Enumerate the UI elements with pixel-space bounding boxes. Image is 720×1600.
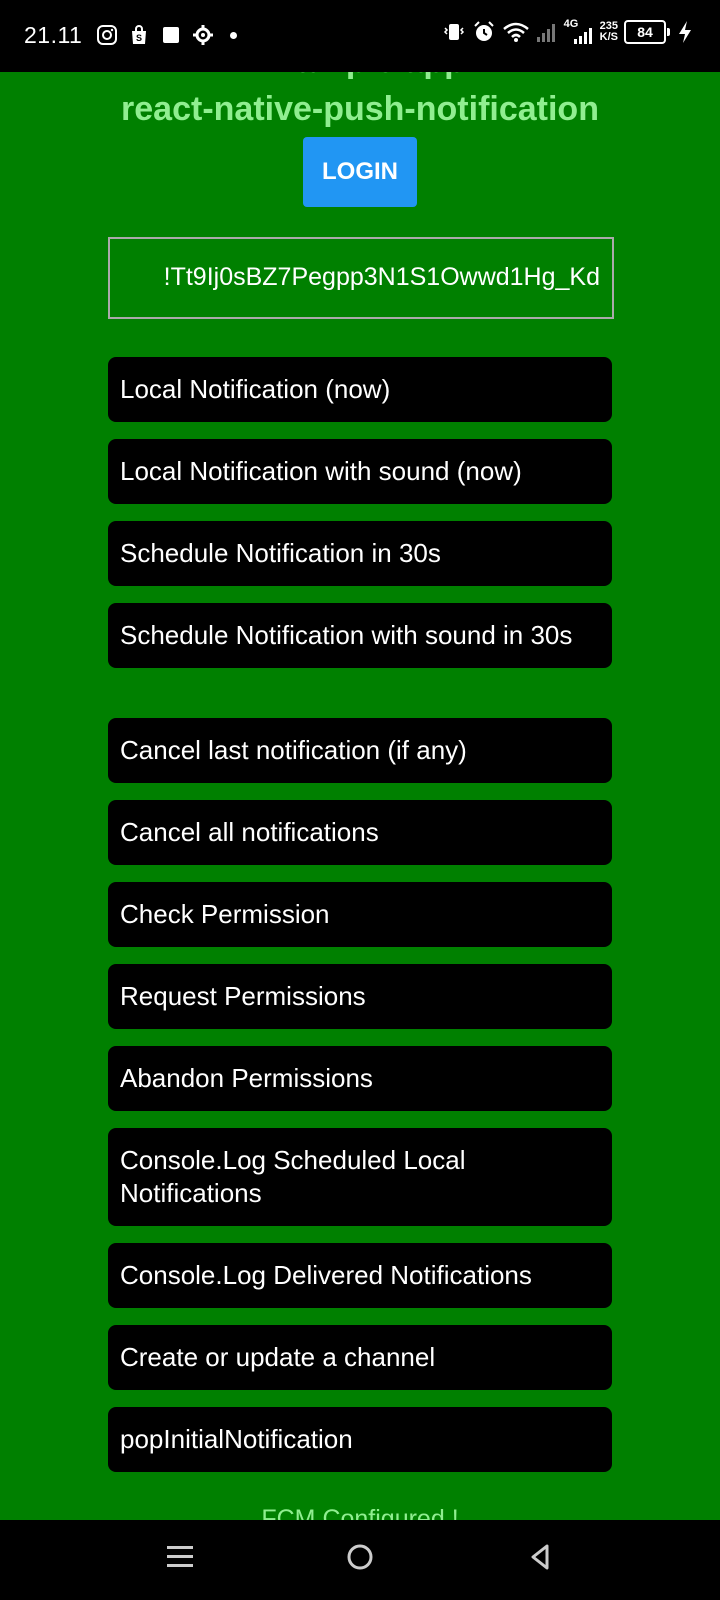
token-input[interactable]: !Tt9Ij0sBZ7Pegpp3N1S1Owwd1Hg_Kd: [108, 237, 614, 319]
status-bar: 21.11 S 4G 235 K/S 84: [0, 0, 720, 72]
app-title: react-native-push-notification: [121, 90, 599, 128]
svg-text:S: S: [136, 33, 142, 43]
schedule-notification-button[interactable]: Schedule Notification in 30s: [108, 521, 612, 586]
network-speed-unit: K/S: [599, 31, 618, 43]
instagram-icon: [97, 25, 117, 45]
log-scheduled-notifications-button[interactable]: Console.Log Scheduled Local Notification…: [108, 1128, 612, 1226]
cancel-all-notifications-button[interactable]: Cancel all notifications: [108, 800, 612, 865]
back-icon[interactable]: [525, 1542, 555, 1572]
local-notification-sound-button[interactable]: Local Notification with sound (now): [108, 439, 612, 504]
status-right-icons: 4G 235 K/S 84: [442, 18, 694, 44]
check-permission-button[interactable]: Check Permission: [108, 882, 612, 947]
square-icon: [163, 27, 179, 43]
cancel-last-notification-button[interactable]: Cancel last notification (if any): [108, 718, 612, 783]
status-time: 21.11: [24, 22, 83, 48]
main-scroll-view[interactable]: Example app react-native-push-notificati…: [0, 72, 720, 1520]
create-channel-button[interactable]: Create or update a channel: [108, 1325, 612, 1390]
pop-initial-notification-button[interactable]: popInitialNotification: [108, 1407, 612, 1472]
menu-icon[interactable]: [165, 1542, 195, 1572]
alarm-icon: [473, 21, 494, 41]
abandon-permissions-button[interactable]: Abandon Permissions: [108, 1046, 612, 1111]
settings-icon: [193, 25, 213, 45]
home-icon[interactable]: [345, 1542, 375, 1572]
charging-icon: [679, 21, 691, 43]
schedule-notification-sound-button[interactable]: Schedule Notification with sound in 30s: [108, 603, 612, 668]
fcm-status-text: FCM Configured !: [261, 1505, 459, 1520]
vibrate-icon: [443, 24, 464, 40]
request-permissions-button[interactable]: Request Permissions: [108, 964, 612, 1029]
battery-icon: 84: [624, 20, 670, 44]
status-left-icons: S: [96, 24, 237, 46]
dot-icon: [230, 31, 237, 39]
login-button[interactable]: LOGIN: [303, 137, 417, 207]
local-notification-button[interactable]: Local Notification (now): [108, 357, 612, 422]
log-delivered-notifications-button[interactable]: Console.Log Delivered Notifications: [108, 1243, 612, 1308]
shopping-bag-icon: S: [132, 25, 146, 44]
battery-level: 84: [637, 24, 653, 40]
signal-weak-icon: [536, 24, 555, 42]
wifi-icon: [502, 22, 529, 42]
navigation-bar: [0, 1520, 720, 1600]
network-speed: 235 K/S: [600, 21, 618, 43]
token-input-value: !Tt9Ij0sBZ7Pegpp3N1S1Owwd1Hg_Kd: [163, 263, 600, 291]
signal-4g-icon: 4G: [564, 18, 594, 44]
app-title-partial: Example app: [0, 72, 720, 81]
